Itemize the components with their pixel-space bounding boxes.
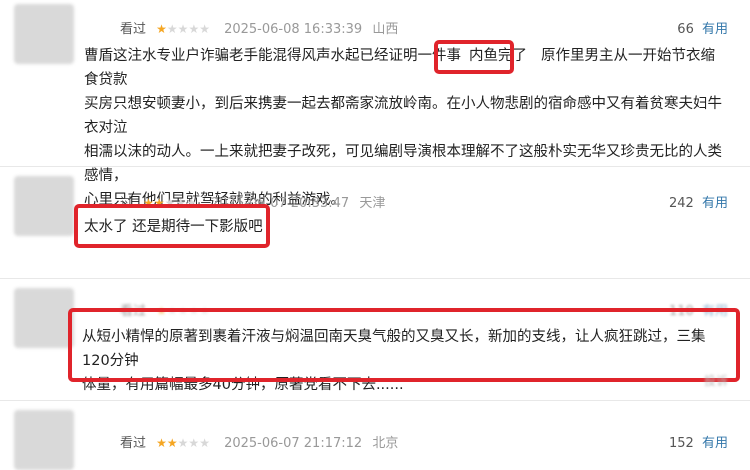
useful-votes: 242 有用 xyxy=(669,192,728,211)
divider xyxy=(0,400,750,401)
comment-meta: 看过 ★★★★★ 2025-06-07 21:17:12 北京 xyxy=(120,432,398,451)
avatar[interactable] xyxy=(14,4,74,64)
highlight-box xyxy=(68,308,740,382)
comment-line: 买房只想安顿妻小，到后来携妻一起去都斋家流放岭南。在小人物悲剧的宿命感中又有着贫… xyxy=(84,96,722,136)
comment-time: 2025-06-08 16:33:39 xyxy=(224,22,363,37)
comment-line: 曹盾这注水专业户诈骗老手能混得风声水起已经证明一件事 内鱼完了 原作里男主从一开始节… xyxy=(84,48,715,88)
divider xyxy=(0,166,750,167)
avatar[interactable] xyxy=(14,288,74,348)
avatar[interactable] xyxy=(14,176,74,236)
vote-count: 242 xyxy=(669,196,694,211)
useful-votes: 66 有用 xyxy=(677,18,728,37)
report-link[interactable]: 投诉 xyxy=(704,372,728,389)
highlight-box xyxy=(434,40,514,74)
useful-votes: 152 有用 xyxy=(669,432,728,451)
comment-line: 相濡以沫的动人。一上来就把妻子改死，可见编剧导演根本理解不了这般朴实无华又珍贵无… xyxy=(84,144,722,184)
rating-stars: ★★★★★ xyxy=(156,436,210,450)
avatar[interactable] xyxy=(14,410,74,470)
rating-stars: ★★★★★ xyxy=(156,22,210,36)
comment-location: 天津 xyxy=(359,196,386,211)
useful-button[interactable]: 有用 xyxy=(702,22,728,37)
comment-status: 看过 xyxy=(120,22,147,37)
comment-meta: 看过 ★★★★★ 2025-06-08 16:33:39 山西 xyxy=(120,18,398,37)
comment-location: 山西 xyxy=(372,22,399,37)
highlight-box xyxy=(74,204,270,248)
vote-count: 66 xyxy=(677,22,694,37)
comment-text: 曹盾这注水专业户诈骗老手能混得风声水起已经证明一件事 内鱼完了 原作里男主从一开始节… xyxy=(84,44,729,212)
useful-button[interactable]: 有用 xyxy=(702,196,728,211)
divider xyxy=(0,278,750,279)
